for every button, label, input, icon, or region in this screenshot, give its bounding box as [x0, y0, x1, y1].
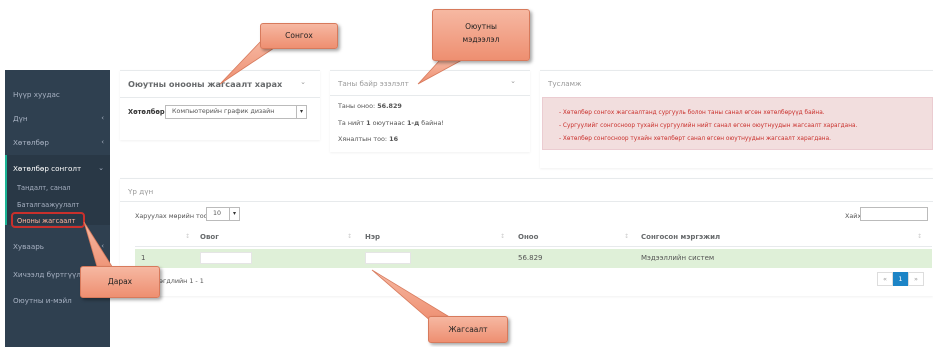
sidebar-subitem-label: Баталгаажуулалт — [17, 201, 80, 209]
callout-list: Жагсаалт — [428, 316, 508, 343]
score-label: Таны оноо: — [338, 102, 376, 110]
sidebar-item-label: Хичээлд бүртгүүлэх — [13, 270, 90, 279]
rank-line: Та нийт 1 оюутнаас 1-д байна! — [338, 119, 444, 127]
sidebar-item-label: Хөтөлбөр — [13, 138, 49, 147]
sort-icon[interactable]: ↕ — [347, 233, 352, 240]
dropdown-arrow-icon: ▾ — [296, 106, 306, 118]
sidebar-item-program[interactable]: Хөтөлбөр — [13, 138, 49, 147]
callout-student-info: Оюутны мэдээлэл — [432, 9, 530, 61]
sidebar-subitem-score-list[interactable]: Ононы жагсаалт — [17, 217, 75, 225]
pager-next-button[interactable]: » — [908, 272, 924, 286]
results-panel-title: Үр дүн — [128, 187, 154, 196]
sidebar-item-label: Нүүр хуудас — [13, 90, 60, 99]
chevron-down-icon: ⌄ — [98, 164, 104, 172]
score-panel-title: Таны байр эзэлэлт — [338, 79, 409, 88]
rank-place: 1-д — [406, 119, 420, 127]
sidebar-subitem-survey[interactable]: Тандалт, санал — [17, 184, 70, 192]
sidebar-subitem-label: Ононы жагсаалт — [17, 217, 76, 225]
sidebar-item-label: Дүн — [13, 114, 28, 123]
rank-suffix: байна! — [421, 119, 444, 127]
chevron-down-icon[interactable]: ⌄ — [300, 78, 306, 86]
dropdown-arrow-icon: ▾ — [229, 208, 239, 220]
score-value: 56.829 — [377, 102, 402, 110]
score-cell: 56.829 — [518, 254, 543, 262]
program-select-value: Компьютерийн график дизайн — [172, 108, 275, 115]
table-header: ↕ Овог ↕ Нэр ↕ Оноо ↕ Сонгосон мэргэжил … — [135, 229, 932, 247]
pager-page-button[interactable]: 1 — [893, 272, 908, 286]
callout-choose: Сонгох — [260, 23, 338, 49]
rank-count: 1 — [366, 119, 371, 127]
help-alert: - Хөтөлбөр сонгох жагсаалтанд сургууль б… — [542, 97, 933, 150]
sidebar-item-home[interactable]: Нүүр хуудас — [13, 90, 60, 99]
chevron-down-icon[interactable]: ⌄ — [510, 77, 516, 85]
sidebar-item-label: Хөтөлбөр сонголт — [13, 164, 82, 173]
cap-line: Хяналтын тоо: 16 — [338, 135, 398, 143]
cap-label: Хяналтын тоо: — [338, 135, 388, 143]
sidebar-item-program-choice[interactable]: Хөтөлбөр сонголт — [13, 164, 81, 173]
page-size-label: Харуулах мөрийн тоо: — [135, 212, 210, 220]
sidebar-subitem-confirmation[interactable]: Баталгаажуулалт — [17, 201, 79, 209]
sidebar-item-label: Хуваарь — [13, 242, 45, 251]
sidebar-item-schedule[interactable]: Хуваарь — [13, 242, 44, 251]
page-size-value: 10 — [213, 210, 222, 217]
cap-value: 16 — [389, 135, 399, 143]
sort-icon[interactable]: ↕ — [624, 233, 629, 240]
sidebar-item-course-registration[interactable]: Хичээлд бүртгүүлэх — [13, 270, 89, 279]
table-row[interactable]: 1 56.829 Мэдээллийн систем — [135, 249, 932, 268]
page-size-select[interactable]: 10 ▾ — [206, 207, 240, 221]
sidebar-item-grades[interactable]: Дүн — [13, 114, 28, 123]
sidebar-subitem-label: Тандалт, санал — [17, 184, 71, 192]
chevron-left-icon: ‹ — [101, 242, 104, 250]
last-name-cell — [200, 252, 252, 264]
search-input[interactable] — [860, 207, 928, 221]
divider — [120, 201, 933, 202]
rank-mid: оюутнаас — [372, 119, 405, 127]
column-header-score[interactable]: Оноо — [518, 233, 538, 241]
column-header-last-name[interactable]: Овог — [200, 233, 219, 241]
sort-icon[interactable]: ↕ — [917, 233, 922, 240]
sidebar-item-student-email[interactable]: Оюутны и-мэйл — [13, 296, 72, 305]
divider — [120, 97, 320, 98]
divider — [330, 95, 530, 96]
help-line: - Хөтөлбөр сонгосноор тухайн хөтөлбөрт с… — [559, 136, 831, 142]
program-select[interactable]: Компьютерийн график дизайн ▾ — [165, 105, 307, 119]
major-cell: Мэдээллийн систем — [641, 254, 715, 262]
column-header-first-name[interactable]: Нэр — [365, 233, 380, 241]
pager-prev-button[interactable]: « — [877, 272, 893, 286]
help-panel-title: Тусламж — [548, 79, 582, 88]
score-panel: Таны байр эзэлэлт ⌄ Таны оноо: 56.829 Та… — [330, 70, 530, 152]
sidebar: Нүүр хуудас Дүн ‹ Хөтөлбөр ‹ Хөтөлбөр со… — [5, 70, 110, 347]
rank-prefix: Та нийт — [338, 119, 365, 127]
chevron-left-icon: ‹ — [101, 114, 104, 122]
sort-icon[interactable]: ↕ — [185, 233, 190, 240]
sidebar-item-label: Оюутны и-мэйл — [13, 296, 72, 305]
column-header-major[interactable]: Сонгосон мэргэжил — [641, 233, 720, 241]
row-index: 1 — [141, 254, 146, 262]
sort-icon[interactable]: ↕ — [500, 233, 505, 240]
chevron-left-icon: ‹ — [101, 138, 104, 146]
help-line: - Хөтөлбөр сонгох жагсаалтанд сургууль б… — [559, 110, 825, 116]
program-label: Хөтөлбөр: — [128, 108, 168, 116]
choose-panel: Оюутны онооны жагсаалт харах ⌄ Хөтөлбөр:… — [120, 70, 320, 140]
first-name-cell — [365, 252, 411, 264]
help-line: - Сургуулийг сонгосноор тухайн сургуулий… — [559, 123, 858, 129]
score-line: Таны оноо: 56.829 — [338, 102, 402, 110]
choose-panel-title: Оюутны онооны жагсаалт харах — [128, 79, 283, 89]
callout-click: Дарах — [80, 266, 160, 298]
